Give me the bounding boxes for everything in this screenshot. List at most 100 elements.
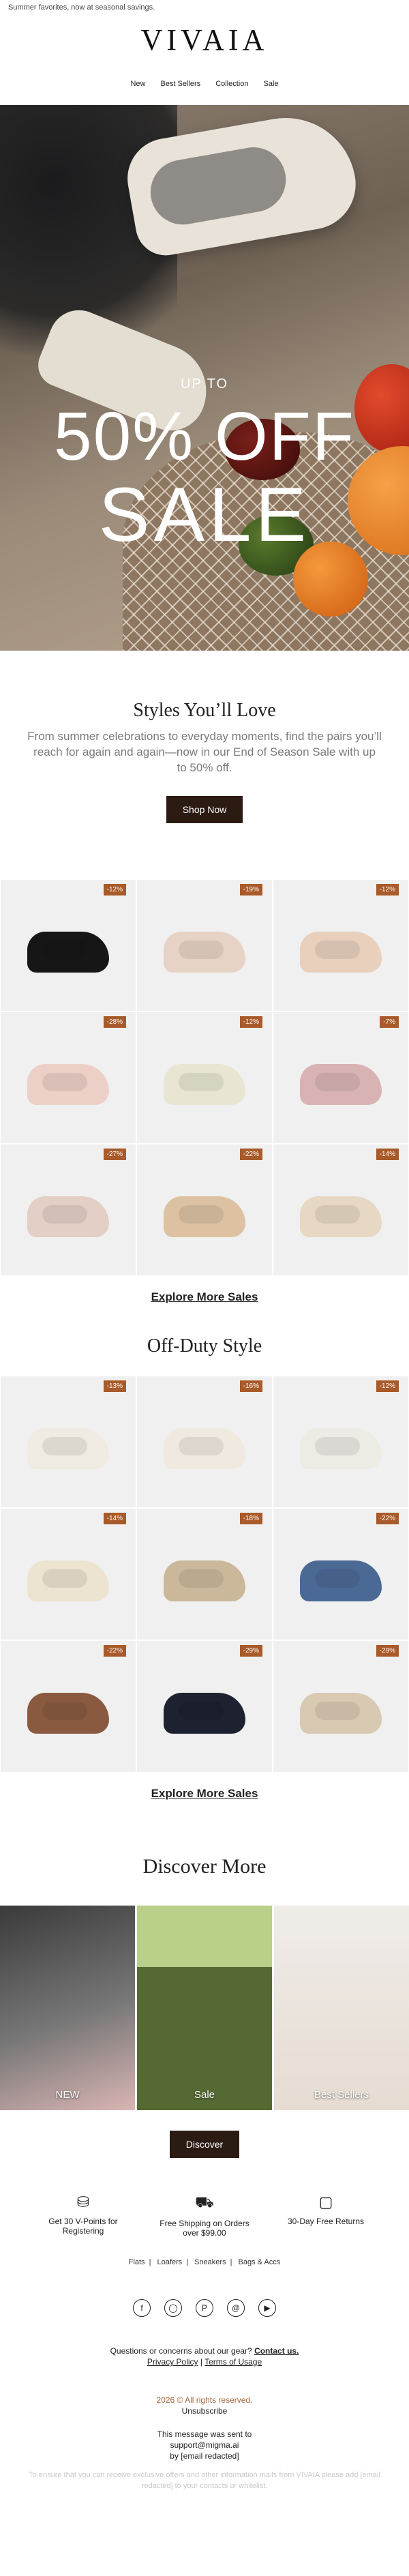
discover-tile-label: NEW <box>55 2089 80 2101</box>
discount-badge: -22% <box>376 1513 399 1524</box>
copyright-text: 2026 © All rights reserved. <box>156 2395 253 2405</box>
discount-badge: -22% <box>103 1645 126 1657</box>
unsubscribe-link[interactable]: Unsubscribe <box>182 2406 228 2416</box>
top-nav: New Best Sellers Collection Sale <box>0 63 409 105</box>
product-card[interactable]: -12% <box>1 880 136 1011</box>
hero-percent-off: 50% OFF <box>54 398 355 475</box>
sent-line: This message was sent to <box>157 2429 252 2439</box>
discount-badge: -29% <box>239 1645 262 1657</box>
brand-logo[interactable]: VIVAIA <box>0 16 409 63</box>
category-link-sneakers[interactable]: Sneakers <box>194 2258 226 2266</box>
product-card[interactable]: -29% <box>137 1641 272 1772</box>
discount-badge: -7% <box>380 1016 399 1028</box>
product-shoe-image <box>164 931 245 973</box>
perk-free-returns[interactable]: ▢ 30-Day Free Returns <box>275 2193 377 2238</box>
product-card[interactable]: -22% <box>273 1509 408 1640</box>
section-title-styles: Styles You’ll Love <box>133 700 276 721</box>
hero-headline: UP TO 50% OFF SALE <box>0 376 409 556</box>
discover-button-wrap: Discover <box>0 2110 409 2158</box>
section-title-off-duty: Off-Duty Style <box>147 1335 262 1357</box>
discount-badge: -19% <box>239 884 262 895</box>
perk-text: 30-Day Free Returns <box>287 2217 365 2226</box>
explore-more-sales-link[interactable]: Explore More Sales <box>151 1787 258 1800</box>
truck-icon: ⛟ <box>195 2193 214 2210</box>
category-link-loafers[interactable]: Loafers <box>157 2258 182 2266</box>
product-card[interactable]: -27% <box>1 1144 136 1275</box>
explore-more-sales-link[interactable]: Explore More Sales <box>151 1290 258 1303</box>
category-links: Flats | Loafers | Sneakers | Bags & Accs <box>128 2258 281 2266</box>
product-shoe-image <box>27 1196 109 1237</box>
nav-item-new[interactable]: New <box>130 80 145 88</box>
product-card[interactable]: -22% <box>1 1641 136 1772</box>
terms-of-usage-link[interactable]: Terms of Usage <box>204 2357 262 2367</box>
discount-badge: -28% <box>103 1016 126 1028</box>
discover-tile-sale[interactable]: Sale <box>137 1906 272 2110</box>
facebook-icon[interactable]: f <box>133 2299 151 2317</box>
product-shoe-image <box>164 1560 245 1601</box>
instagram-icon[interactable]: ◯ <box>164 2299 182 2317</box>
explore-more-sales-link-2: Explore More Sales <box>0 1773 409 1814</box>
discover-tile-label: Best Sellers <box>314 2089 369 2101</box>
product-card[interactable]: -12% <box>273 880 408 1011</box>
product-card[interactable]: -28% <box>1 1012 136 1143</box>
perks-row: ⛁ Get 30 V-Points for Registering ⛟ Free… <box>0 2158 409 2238</box>
product-shoe-image <box>300 931 382 973</box>
product-shoe-image <box>300 1063 382 1105</box>
footer-contact: Questions or concerns about our gear? Co… <box>110 2346 299 2367</box>
discount-badge: -14% <box>103 1513 126 1524</box>
product-card[interactable]: -7% <box>273 1012 408 1143</box>
product-card[interactable]: -19% <box>137 880 272 1011</box>
product-shoe-image <box>164 1063 245 1105</box>
youtube-icon[interactable]: ▶ <box>258 2299 276 2317</box>
product-shoe-image <box>300 1196 382 1237</box>
product-shoe-image <box>164 1692 245 1734</box>
product-card[interactable]: -12% <box>273 1376 408 1507</box>
product-shoe-image <box>300 1427 382 1469</box>
discount-badge: -12% <box>103 884 126 895</box>
discount-badge: -18% <box>239 1513 262 1524</box>
sent-by: by [email redacted] <box>170 2451 239 2461</box>
product-card[interactable]: -18% <box>137 1509 272 1640</box>
nav-item-sale[interactable]: Sale <box>264 80 279 88</box>
discount-badge: -12% <box>239 1016 262 1028</box>
discover-tiles: NEW Sale Best Sellers <box>0 1906 409 2110</box>
hero-sale: SALE <box>98 472 311 557</box>
discover-tile-best-sellers[interactable]: Best Sellers <box>274 1906 409 2110</box>
preheader-text: Summer favorites, now at seasonal saving… <box>8 3 155 12</box>
discover-button[interactable]: Discover <box>169 2131 240 2158</box>
contact-us-link[interactable]: Contact us. <box>254 2346 299 2356</box>
product-shoe-image <box>164 1196 245 1237</box>
footer-legal: 2026 © All rights reserved. Unsubscribe <box>0 2367 409 2416</box>
product-card[interactable]: -14% <box>1 1509 136 1640</box>
product-card[interactable]: -13% <box>1 1376 136 1507</box>
product-grid-styles: -12% -19% -12% -28% -12% -7% -27% -22% -14% <box>0 880 409 1277</box>
discount-badge: -12% <box>376 1380 399 1392</box>
product-shoe-image <box>300 1560 382 1601</box>
perk-text: Free Shipping on Orders over $99.00 <box>160 2219 249 2238</box>
discount-badge: -12% <box>376 884 399 895</box>
category-link-flats[interactable]: Flats <box>129 2258 145 2266</box>
nav-item-collection[interactable]: Collection <box>215 80 248 88</box>
perk-vpoints[interactable]: ⛁ Get 30 V-Points for Registering <box>32 2193 134 2238</box>
product-card[interactable]: -22% <box>137 1144 272 1275</box>
discount-badge: -22% <box>239 1149 262 1160</box>
nav-item-best-sellers[interactable]: Best Sellers <box>160 80 200 88</box>
product-shoe-image <box>27 1560 109 1601</box>
product-card[interactable]: -29% <box>273 1641 408 1772</box>
perk-free-shipping[interactable]: ⛟ Free Shipping on Orders over $99.00 <box>153 2193 256 2238</box>
product-grid-off-duty: -13% -16% -12% -14% -18% -22% -22% -29% -29% <box>0 1376 409 1773</box>
product-card[interactable]: -14% <box>273 1144 408 1275</box>
shop-now-button[interactable]: Shop Now <box>166 796 243 823</box>
discover-tile-label: Sale <box>194 2089 215 2101</box>
discount-badge: -27% <box>103 1149 126 1160</box>
coins-icon: ⛁ <box>76 2193 90 2210</box>
product-card[interactable]: -12% <box>137 1012 272 1143</box>
threads-icon[interactable]: @ <box>227 2299 245 2317</box>
pinterest-icon[interactable]: P <box>196 2299 213 2317</box>
discount-badge: -14% <box>376 1149 399 1160</box>
hero-banner[interactable]: UP TO 50% OFF SALE <box>0 105 409 651</box>
product-card[interactable]: -16% <box>137 1376 272 1507</box>
discover-tile-new[interactable]: NEW <box>0 1906 135 2110</box>
privacy-policy-link[interactable]: Privacy Policy <box>147 2357 198 2367</box>
category-link-bags-accs[interactable]: Bags & Accs <box>239 2258 281 2266</box>
